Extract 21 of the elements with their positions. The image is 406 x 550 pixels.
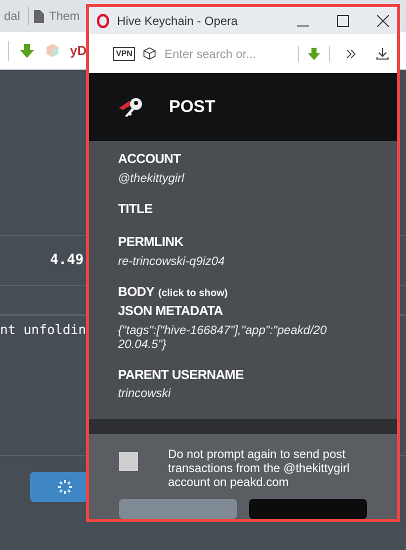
field-label: BODY [118, 282, 154, 301]
window-title: Hive Keychain - Opera [117, 12, 239, 30]
field-label: PERMLINK [118, 233, 184, 252]
browser-tab[interactable]: dal [4, 7, 30, 25]
show-body-link[interactable]: (click to show) [158, 286, 228, 301]
vpn-badge[interactable]: VPN [113, 46, 136, 60]
field-value: re-trincowski-q9iz04 [118, 254, 226, 268]
field-value: @thekittygirl [118, 170, 186, 185]
field-label: TITLE [118, 200, 152, 218]
field-label: ACCOUNT [118, 150, 181, 168]
bookmark-label[interactable]: yD [70, 40, 87, 60]
page-heading: POST [169, 96, 216, 118]
browser-tab[interactable]: Them [49, 7, 80, 25]
checkbox-label: Do not prompt again to send post transactions from the @thekittygirl account on peakd.com [168, 447, 351, 490]
address-field[interactable]: Enter search or... [164, 44, 290, 62]
field-label: PARENT USERNAME [118, 366, 244, 384]
code-text: nt unfoldin [0, 322, 86, 340]
amount-text: 4.49 [50, 251, 84, 270]
field-value: trincowski [118, 386, 172, 400]
field-value: {"tags":["hive-166847"],"app":"peakd/2020.04.5"} [118, 322, 328, 351]
field-label: JSON METADATA [118, 302, 223, 320]
